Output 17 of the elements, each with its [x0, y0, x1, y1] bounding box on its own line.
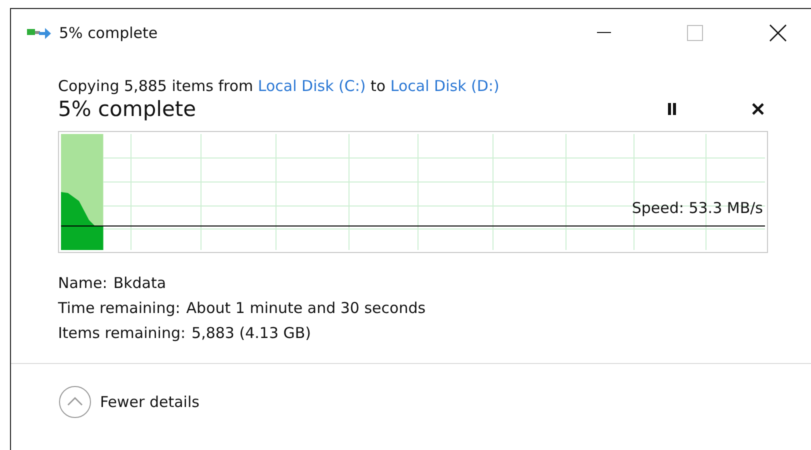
source-link[interactable]: Local Disk (C:) — [258, 77, 366, 95]
maximize-icon — [687, 24, 703, 40]
details-toggle[interactable]: Fewer details — [58, 385, 200, 419]
destination-link[interactable]: Local Disk (D:) — [390, 77, 500, 95]
pause-icon — [667, 103, 677, 115]
speed-label: Speed: 53.3 MB/s — [632, 199, 763, 217]
copy-icon — [27, 26, 51, 40]
copy-summary: Copying 5,885 items from Local Disk (C:) to Local Disk (D:) — [58, 77, 500, 95]
minimize-icon — [597, 32, 611, 34]
close-icon — [752, 103, 764, 115]
close-icon — [769, 24, 787, 42]
detail-line: Name: Bkdata — [58, 273, 168, 294]
detail-line: Items remaining: 5,883 (4.13 GB) — [58, 323, 312, 344]
progress-status: 5% complete — [58, 97, 198, 121]
chevron-circle-icon — [58, 385, 92, 419]
detail-line: Time remaining: About 1 minute and 30 seconds — [58, 298, 427, 319]
window-title: 5% complete — [59, 24, 159, 42]
